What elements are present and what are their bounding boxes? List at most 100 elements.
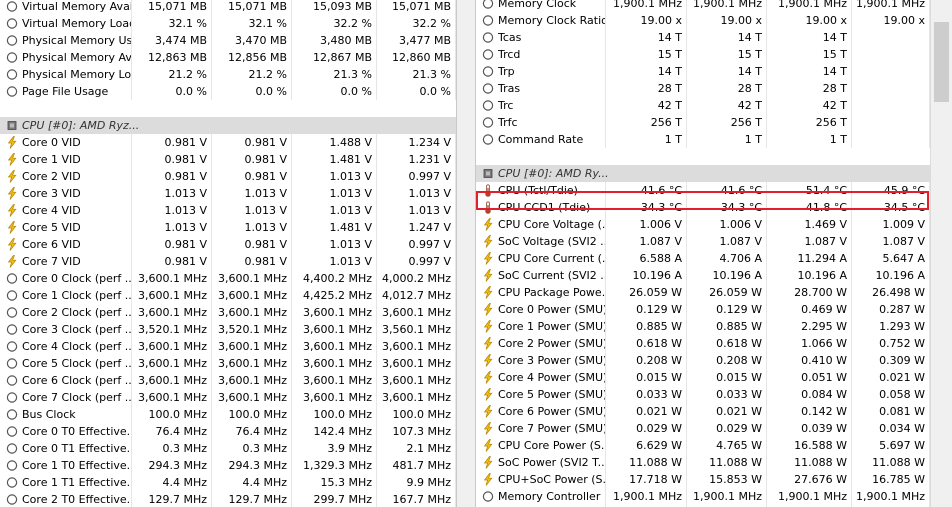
- sensor-row[interactable]: Bus Clock 100.0 MHz 100.0 MHz 100.0 MHz 100.…: [0, 406, 456, 423]
- avg-value: 45.9 °C: [852, 182, 930, 199]
- lightning-bolt-icon: [482, 252, 494, 265]
- sensor-row[interactable]: Trfc 256 T 256 T 256 T: [476, 114, 930, 131]
- sensor-row[interactable]: Core 1 VID 0.981 V 0.981 V 1.481 V 1.231 V: [0, 151, 456, 168]
- sensor-circle-icon: [6, 0, 18, 13]
- sensor-row[interactable]: SoC Power (SVI2 T... 11.088 W 11.088 W 11.0…: [476, 454, 930, 471]
- max-value: 41.8 °C: [767, 199, 852, 216]
- avg-value: 0.287 W: [852, 301, 930, 318]
- sensor-row[interactable]: Tcas 14 T 14 T 14 T: [476, 29, 930, 46]
- sensor-circle-icon: [6, 272, 18, 285]
- current-value: 129.7 MHz: [132, 491, 212, 507]
- sensor-row[interactable]: Core 3 Power (SMU) 0.208 W 0.208 W 0.410 W0…: [476, 352, 930, 369]
- sensor-row[interactable]: Core 0 T0 Effective... 76.4 MHz 76.4 MHz 14…: [0, 423, 456, 440]
- sensor-row[interactable]: Core 0 Power (SMU) 0.129 W 0.129 W 0.469 W0…: [476, 301, 930, 318]
- min-value: 0.208 W: [687, 352, 767, 369]
- sensor-row[interactable]: SoC Voltage (SVI2 ... 1.087 V 1.087 V 1.087…: [476, 233, 930, 250]
- sensor-row[interactable]: Trcd 15 T 15 T 15 T: [476, 46, 930, 63]
- sensor-row[interactable]: Memory Clock Ratio 19.00 x 19.00 x 19.00 x1…: [476, 12, 930, 29]
- lightning-bolt-icon: [482, 218, 494, 231]
- sensor-row[interactable]: Core 2 VID 0.981 V 0.981 V 1.013 V 0.997 V: [0, 168, 456, 185]
- max-value: 1.013 V: [292, 185, 377, 202]
- min-value: 0.981 V: [212, 253, 292, 270]
- sensor-row[interactable]: Core 3 VID 1.013 V 1.013 V 1.013 V 1.013 V: [0, 185, 456, 202]
- min-value: 12,856 MB: [212, 49, 292, 66]
- sensor-row[interactable]: Virtual Memory Avail...15,071 MB15,071 M…: [0, 0, 456, 15]
- min-value: 3,600.1 MHz: [212, 287, 292, 304]
- sensor-row[interactable]: Core 4 VID 1.013 V 1.013 V 1.013 V 1.013 V: [0, 202, 456, 219]
- sensor-row[interactable]: Core 6 Power (SMU) 0.021 W 0.021 W 0.142 W0…: [476, 403, 930, 420]
- sensor-row[interactable]: Core 0 VID 0.981 V 0.981 V 1.488 V 1.234 V: [0, 134, 456, 151]
- sensor-row[interactable]: CPU Core Voltage (... 1.006 V 1.006 V 1.469…: [476, 216, 930, 233]
- sensor-row[interactable]: Core 6 Clock (perf ... 3,600.1 MHz 3,600.1…: [0, 372, 456, 389]
- sensor-row[interactable]: CPU (Tctl/Tdie) 41.6 °C 41.6 °C 51.4 °C 45.9…: [476, 182, 930, 199]
- min-value: 0.029 W: [687, 420, 767, 437]
- sensor-table-left[interactable]: Virtual Memory Avail...15,071 MB15,071 M…: [0, 0, 456, 507]
- sensor-row[interactable]: Page File Usage 0.0 % 0.0 % 0.0 % 0.0 %: [0, 83, 456, 100]
- sensor-row[interactable]: Core 2 Clock (perf ... 3,600.1 MHz 3,600.1…: [0, 304, 456, 321]
- sensor-row[interactable]: Memory Clock 1,900.1 MHz 1,900.1 MHz 1,900.…: [476, 0, 930, 12]
- sensor-row[interactable]: Core 5 VID 1.013 V 1.013 V 1.481 V 1.247 V: [0, 219, 456, 236]
- sensor-row[interactable]: Core 1 T1 Effective... 4.4 MHz 4.4 MHz 15.3…: [0, 474, 456, 491]
- current-value: 19.00 x: [606, 12, 687, 29]
- sensor-row[interactable]: Trp 14 T 14 T 14 T: [476, 63, 930, 80]
- max-value: 100.0 MHz: [292, 406, 377, 423]
- sensor-row[interactable]: CPU CCD1 (Tdie) 34.3 °C 34.3 °C 41.8 °C 34.5…: [476, 199, 930, 216]
- max-value: 1,900.1 MHz: [767, 488, 852, 505]
- sensor-row[interactable]: Core 6 VID 0.981 V 0.981 V 1.013 V 0.997 V: [0, 236, 456, 253]
- sensor-row[interactable]: Core 2 T0 Effective... 129.7 MHz 129.7 MHz…: [0, 491, 456, 507]
- sensor-row[interactable]: CPU Core Current (... 6.588 A 4.706 A 11.29…: [476, 250, 930, 267]
- group-header-row[interactable]: CPU [#0]: AMD Ry...: [476, 165, 930, 182]
- sensor-row[interactable]: Physical Memory Used3,474 MB3,470 MB3,48…: [0, 32, 456, 49]
- sensor-row[interactable]: Command Rate 1 T1 T1 T: [476, 131, 930, 148]
- sensor-row[interactable]: Physical Memory Load21.2 %21.2 %21.3 %21…: [0, 66, 456, 83]
- sensor-circle-icon: [6, 459, 18, 472]
- current-value: 3,600.1 MHz: [132, 270, 212, 287]
- sensor-row[interactable]: Core 4 Power (SMU) 0.015 W 0.015 W 0.051 W0…: [476, 369, 930, 386]
- current-value: 3,600.1 MHz: [132, 338, 212, 355]
- group-header-row[interactable]: CPU [#0]: AMD Ryz...: [0, 117, 456, 134]
- min-value: 28 T: [687, 80, 767, 97]
- sensor-row[interactable]: Core 5 Power (SMU) 0.033 W 0.033 W 0.084 W0…: [476, 386, 930, 403]
- sensor-name: Command Rate: [476, 131, 606, 148]
- sensor-row[interactable]: Core 0 T1 Effective... 0.3 MHz 0.3 MHz 3.9 …: [0, 440, 456, 457]
- lightning-bolt-icon: [6, 136, 18, 149]
- sensor-row[interactable]: Core 7 Clock (perf ... 3,600.1 MHz 3,600.1…: [0, 389, 456, 406]
- sensor-row[interactable]: Core 5 Clock (perf ... 3,600.1 MHz 3,600.1…: [0, 355, 456, 372]
- sensor-row[interactable]: Core 1 T0 Effective... 294.3 MHz 294.3 MHz…: [0, 457, 456, 474]
- current-value: 32.1 %: [132, 15, 212, 32]
- sensor-row[interactable]: CPU+SoC Power (S... 17.718 W 15.853 W 27.67…: [476, 471, 930, 488]
- max-value: 0.469 W: [767, 301, 852, 318]
- current-value: 0.033 W: [606, 386, 687, 403]
- pane-divider[interactable]: [456, 0, 476, 507]
- sensor-name: Memory Clock: [476, 0, 606, 12]
- sensor-circle-icon: [482, 14, 494, 27]
- sensor-row[interactable]: Memory Controller ... 1,900.1 MHz 1,900.1 …: [476, 488, 930, 505]
- sensor-name: Core 3 Clock (perf ...: [0, 321, 132, 338]
- sensor-circle-icon: [482, 490, 494, 503]
- sensor-row[interactable]: Core 1 Clock (perf ... 3,600.1 MHz 3,600.1…: [0, 287, 456, 304]
- max-value: 1,329.3 MHz: [292, 457, 377, 474]
- sensor-row[interactable]: Physical Memory Av... 12,863 MB 12,856 MB 1…: [0, 49, 456, 66]
- sensor-row[interactable]: Core 1 Power (SMU) 0.885 W 0.885 W 2.295 W1…: [476, 318, 930, 335]
- sensor-table-right[interactable]: Memory Clock 1,900.1 MHz 1,900.1 MHz 1,900.…: [476, 0, 930, 507]
- sensor-row[interactable]: Core 4 Clock (perf ... 3,600.1 MHz 3,600.1…: [0, 338, 456, 355]
- sensor-row[interactable]: Tras 28 T 28 T 28 T: [476, 80, 930, 97]
- sensor-row[interactable]: CPU Core Power (S... 6.629 W 4.765 W 16.588…: [476, 437, 930, 454]
- sensor-row[interactable]: Core 7 VID 0.981 V 0.981 V 1.013 V 0.997 V: [0, 253, 456, 270]
- sensor-row[interactable]: Core 3 Clock (perf ... 3,520.1 MHz 3,520.1…: [0, 321, 456, 338]
- sensor-row[interactable]: Core 7 Power (SMU) 0.029 W 0.029 W 0.039 W0…: [476, 420, 930, 437]
- sensor-row[interactable]: CPU Package Powe... 26.059 W 26.059 W 28.70…: [476, 284, 930, 301]
- lightning-bolt-icon: [482, 354, 494, 367]
- max-value: 3,600.1 MHz: [292, 372, 377, 389]
- sensor-row[interactable]: Virtual Memory Load 32.1 % 32.1 % 32.2 % 32.…: [0, 15, 456, 32]
- scrollbar-thumb[interactable]: [934, 22, 949, 102]
- sensor-row[interactable]: Core 2 Power (SMU) 0.618 W 0.618 W 1.066 W0…: [476, 335, 930, 352]
- sensor-row[interactable]: Trc 42 T 42 T 42 T: [476, 97, 930, 114]
- current-value: 4.4 MHz: [132, 474, 212, 491]
- lightning-bolt-icon: [6, 153, 18, 166]
- sensor-row[interactable]: SoC Current (SVI2 ... 10.196 A 10.196 A 10.…: [476, 267, 930, 284]
- sensor-circle-icon: [6, 357, 18, 370]
- sensor-row[interactable]: Core 0 Clock (perf ... 3,600.1 MHz 3,600.1…: [0, 270, 456, 287]
- min-value: 0.981 V: [212, 168, 292, 185]
- vertical-scrollbar[interactable]: [930, 0, 952, 507]
